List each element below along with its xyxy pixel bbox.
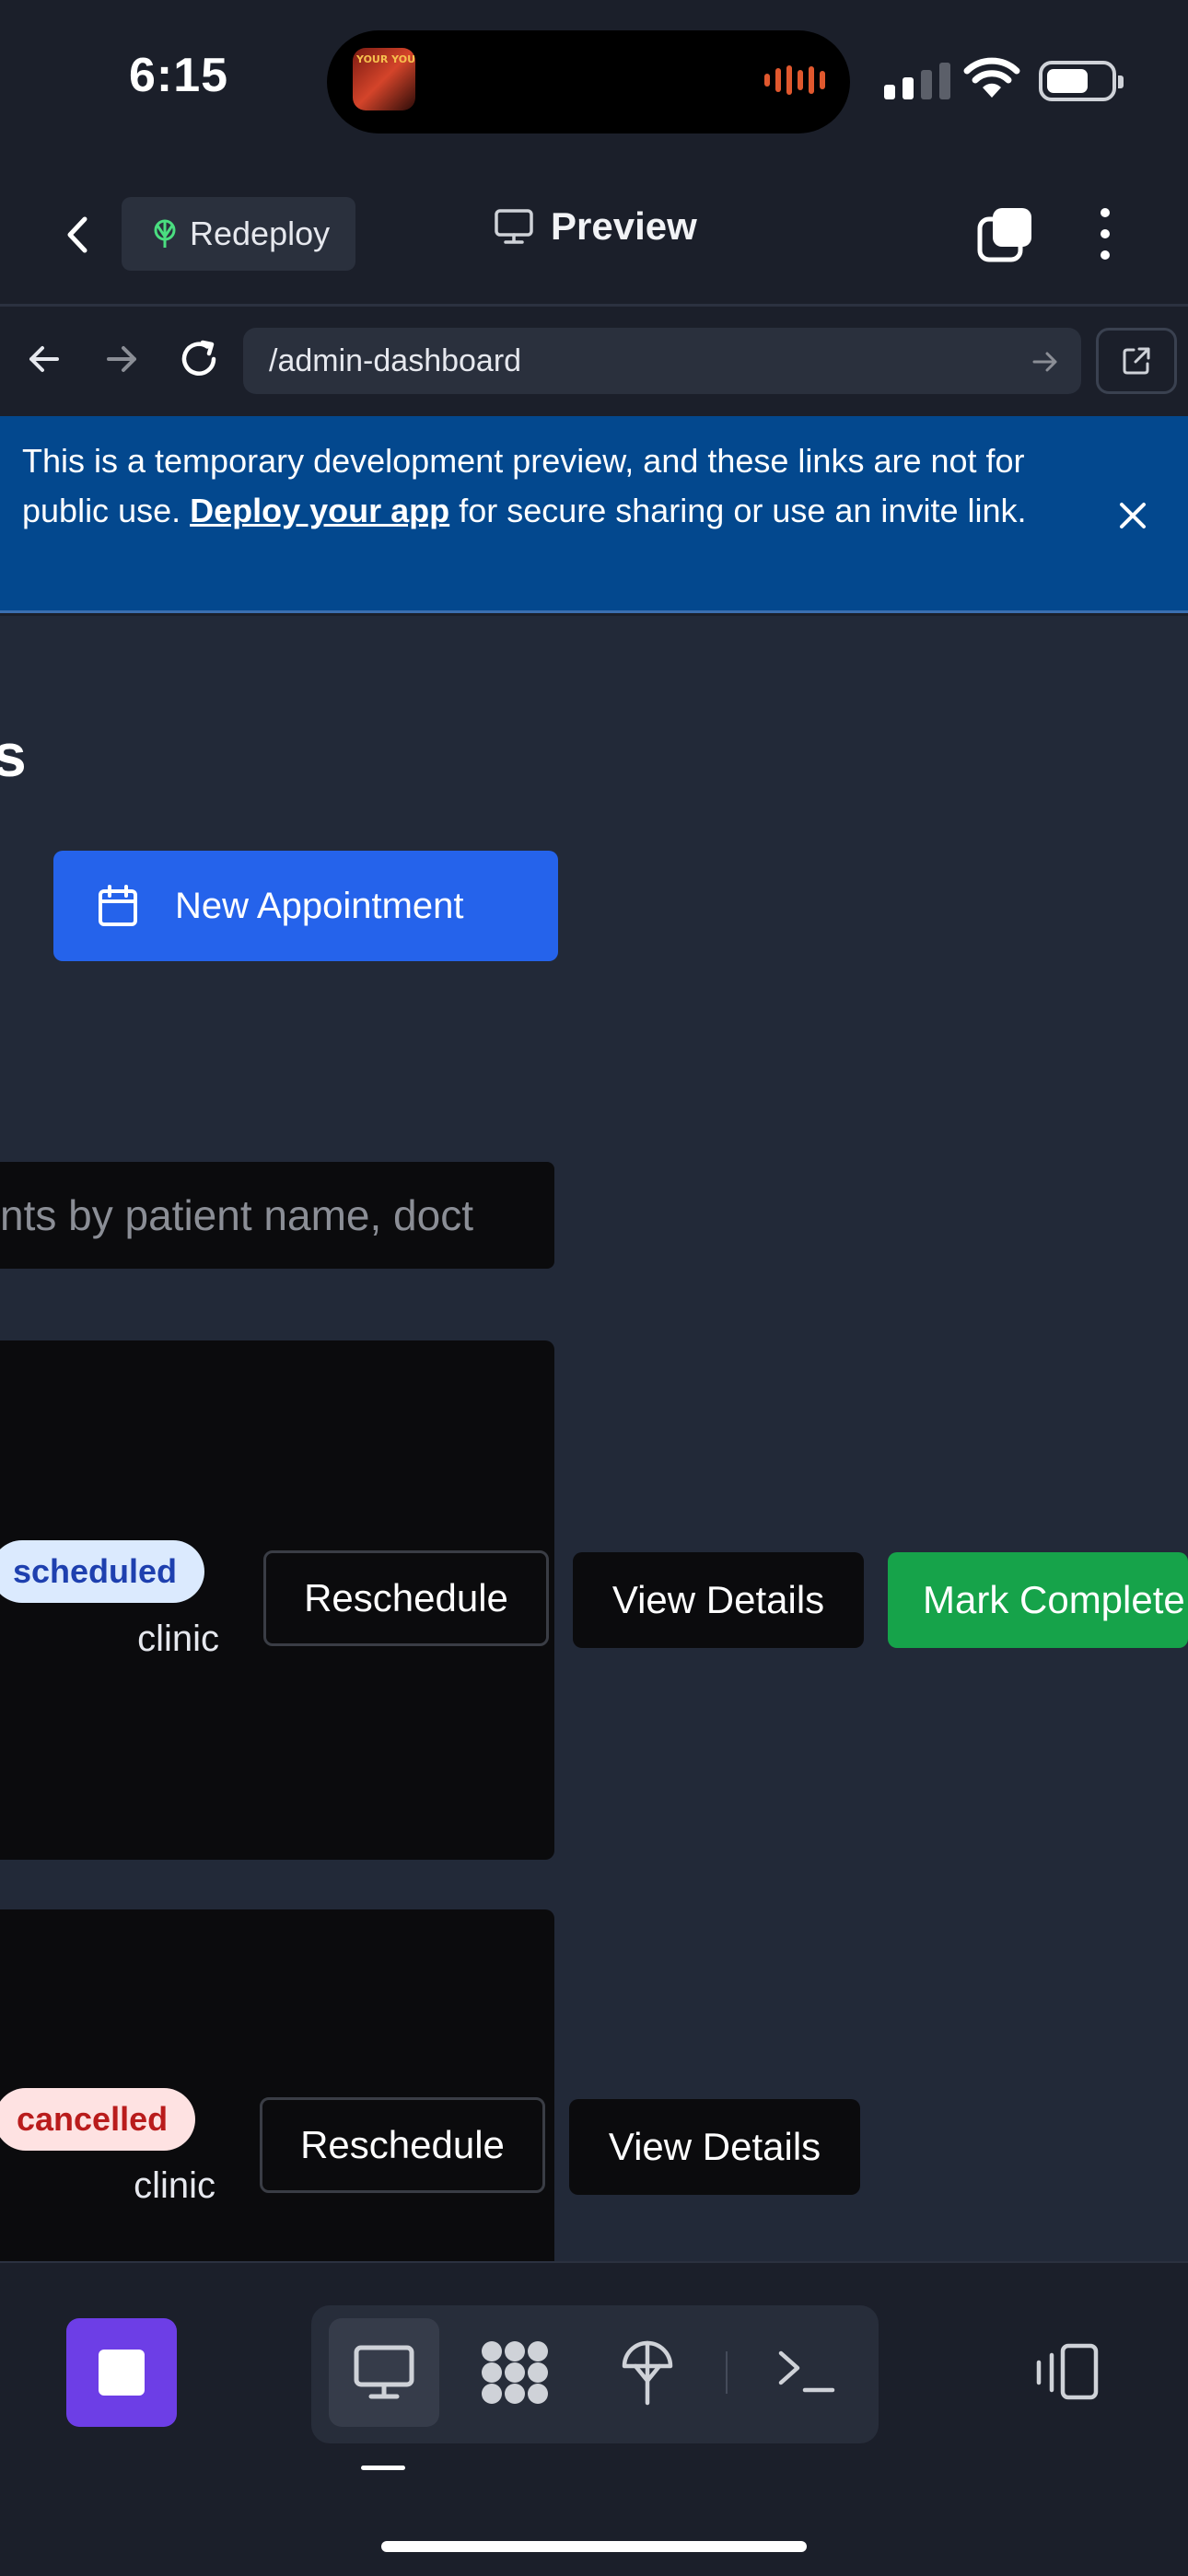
deploy-icon [154,219,176,248]
location-text: clinic [137,1619,219,1659]
preview-label: Preview [551,204,697,248]
url-field[interactable]: /admin-dashboard [243,328,1081,394]
view-details-button[interactable]: View Details [573,1552,864,1648]
back-icon[interactable] [55,212,101,258]
location-text: clinic [134,2165,215,2206]
deploy-app-link[interactable]: Deploy your app [190,492,449,529]
mark-complete-button[interactable]: Mark Complete [888,1552,1188,1648]
search-input[interactable]: nts by patient name, doct [0,1162,554,1269]
toolbar-divider [726,2351,728,2394]
home-indicator[interactable] [381,2541,807,2552]
status-time: 6:15 [129,49,229,102]
deploy-icon[interactable] [619,2338,676,2407]
desktop-icon [495,209,533,244]
external-link-icon [1123,347,1150,375]
arrow-right-icon[interactable] [103,341,140,377]
arrow-left-icon[interactable] [26,341,63,377]
redeploy-label: Redeploy [190,215,331,252]
desktop-icon[interactable] [353,2344,415,2401]
new-appointment-button[interactable]: New Appointment [53,851,558,961]
album-art-text: YOUR YOU [356,53,415,65]
tabs-icon[interactable] [976,204,1035,263]
redeploy-button[interactable]: Redeploy [122,197,355,271]
battery-icon [1039,61,1124,101]
new-appointment-label: New Appointment [175,885,464,926]
dev-preview-banner: This is a temporary development preview,… [0,416,1188,613]
go-arrow-icon[interactable] [1030,346,1061,377]
devices-icon[interactable] [1031,2342,1101,2401]
calendar-icon [99,885,137,926]
audio-waveform-icon [764,64,825,96]
status-badge: cancelled [0,2088,196,2151]
stop-icon [99,2350,145,2396]
more-options-icon[interactable] [1087,204,1124,263]
close-icon[interactable] [1114,497,1151,534]
banner-text-after: for secure sharing or use an invite link… [459,492,1027,529]
preview-title: Preview [494,204,697,249]
now-playing-album-art: YOUR YOU [353,48,415,110]
reschedule-button[interactable]: Reschedule [260,2097,545,2193]
page-title: s [0,721,27,789]
wifi-icon [963,57,1020,98]
stop-button[interactable] [66,2318,177,2427]
active-tab-indicator [361,2466,405,2470]
view-details-button[interactable]: View Details [569,2099,860,2195]
reschedule-button[interactable]: Reschedule [263,1550,549,1646]
status-badge: scheduled [0,1540,205,1603]
apps-icon[interactable] [479,2338,551,2407]
cellular-signal-icon [884,63,950,99]
open-external-button[interactable] [1096,328,1177,394]
terminal-icon[interactable] [777,2348,836,2396]
reload-icon[interactable] [177,337,221,381]
